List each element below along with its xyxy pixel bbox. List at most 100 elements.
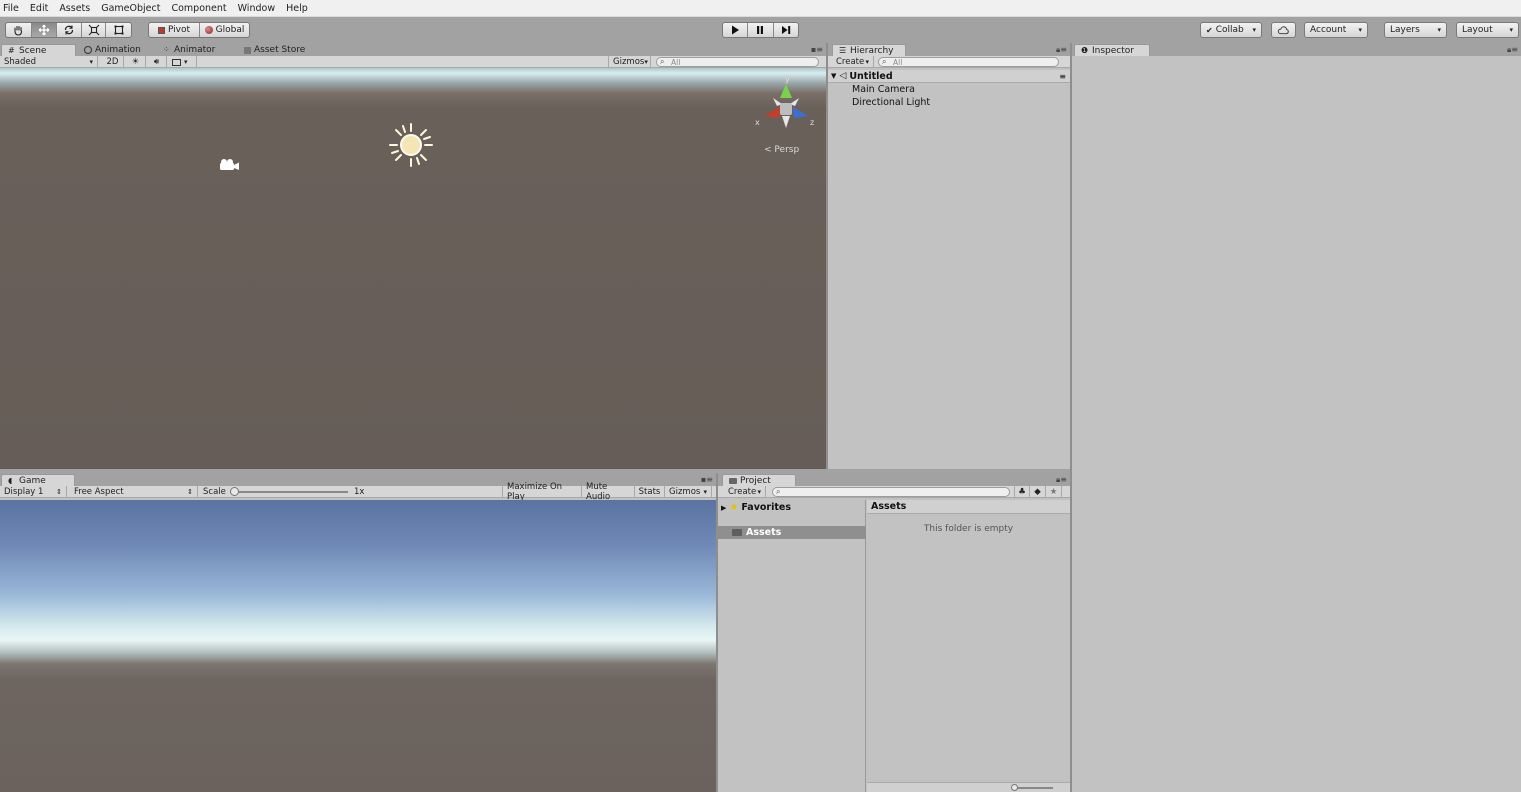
hierarchy-panel: ☰ Hierarchy 🔒︎≡ Create ▾ ⌕ All ▼ ◁ Untit…: [828, 43, 1070, 469]
scene-effects-dropdown[interactable]: ▾: [168, 56, 197, 68]
pause-button[interactable]: [748, 23, 774, 37]
lock-icon[interactable]: 🔒︎≡: [1056, 475, 1067, 485]
stats-toggle[interactable]: Stats: [635, 486, 665, 498]
directional-light-gizmo-icon[interactable]: [387, 121, 435, 169]
aspect-dropdown[interactable]: Free Aspect ⇕: [70, 486, 198, 498]
dropdown-arrow-icon: ▾: [1358, 26, 1362, 34]
hand-tool-button[interactable]: [6, 23, 32, 37]
vertical-splitter[interactable]: [716, 473, 718, 792]
tab-animator[interactable]: ⁘ Animator: [157, 44, 221, 56]
project-footer: [867, 782, 1070, 792]
toggle-2d-button[interactable]: 2D: [102, 56, 124, 68]
hierarchy-item-directional-light[interactable]: Directional Light: [852, 97, 930, 108]
folder-icon: [729, 477, 737, 484]
collab-dropdown[interactable]: ✔ Collab ▾: [1200, 22, 1262, 38]
tab-game[interactable]: ◖ Game: [1, 474, 75, 486]
assets-folder-label: Assets: [746, 527, 782, 538]
filter-by-label-button[interactable]: ◆: [1030, 486, 1046, 498]
inspector-tabstrip: ❶ Inspector 🔒︎≡: [1072, 43, 1521, 56]
scene-root-row[interactable]: ▼ ◁ Untitled ≡: [828, 70, 1070, 83]
lock-icon[interactable]: 🔒︎≡: [1507, 45, 1518, 55]
display-dropdown[interactable]: Display 1 ⇕: [0, 486, 67, 498]
hierarchy-create-dropdown[interactable]: Create ▾: [832, 56, 874, 68]
expand-arrow-icon[interactable]: ▶: [721, 504, 726, 512]
menu-assets[interactable]: Assets: [59, 3, 90, 14]
icon-size-slider-thumb[interactable]: [1011, 784, 1018, 791]
project-search-input[interactable]: ⌕: [772, 487, 1010, 497]
transform-tools: [5, 22, 132, 38]
project-create-label: Create: [728, 487, 757, 497]
tab-scene[interactable]: # Scene: [1, 44, 76, 56]
menu-edit[interactable]: Edit: [30, 3, 48, 14]
scene-menu-icon[interactable]: ≡: [1059, 72, 1066, 81]
project-control-bar: Create ▾ ⌕ ♣ ◆ ★: [718, 486, 1070, 498]
assets-folder-row[interactable]: Assets: [718, 526, 866, 539]
horizontal-splitter[interactable]: [0, 469, 1070, 473]
scene-gizmos-dropdown[interactable]: Gizmos ▾: [608, 56, 651, 68]
scene-search-input[interactable]: ⌕ All: [656, 57, 819, 67]
play-button[interactable]: [723, 23, 749, 37]
scale-slider-track[interactable]: [230, 487, 348, 496]
scale-value: 1x: [350, 486, 368, 498]
grid-icon: #: [8, 45, 15, 55]
camera-gizmo-icon[interactable]: [218, 158, 242, 174]
tab-inspector[interactable]: ❶ Inspector: [1074, 44, 1150, 56]
scene-viewport[interactable]: y x z < Persp: [0, 69, 826, 469]
hierarchy-search-input[interactable]: ⌕ All: [878, 57, 1059, 67]
panel-menu-icon[interactable]: ▪≡: [701, 475, 713, 484]
game-gizmos-dropdown[interactable]: Gizmos ▾: [665, 486, 712, 498]
menu-help[interactable]: Help: [286, 3, 308, 14]
scale-slider-thumb[interactable]: [230, 487, 239, 496]
axis-y-label: y: [785, 75, 790, 84]
filter-by-type-button[interactable]: ♣: [1014, 486, 1030, 498]
audio-icon: 🔊︎: [153, 57, 160, 67]
project-panel: Project 🔒︎≡ Create ▾ ⌕ ♣ ◆ ★ ▶ ★ Favorit…: [718, 473, 1070, 792]
vertical-splitter[interactable]: [826, 43, 828, 469]
tab-asset-store[interactable]: Asset Store: [238, 44, 311, 56]
tab-hierarchy-label: Hierarchy: [850, 45, 894, 56]
pivot-toggle[interactable]: Pivot: [149, 23, 200, 37]
icon-size-slider[interactable]: [1011, 784, 1053, 791]
tab-scene-label: Scene: [19, 45, 47, 56]
orientation-gizmo-icon[interactable]: y x z: [752, 74, 820, 142]
dropdown-arrow-icon: ⇕: [187, 488, 193, 496]
mute-audio-toggle[interactable]: Mute Audio: [582, 482, 635, 502]
cloud-button[interactable]: [1271, 22, 1296, 38]
menu-file[interactable]: File: [3, 3, 19, 14]
move-tool-button[interactable]: [31, 23, 58, 37]
game-viewport[interactable]: [0, 500, 716, 792]
tab-project[interactable]: Project: [722, 474, 796, 486]
layout-dropdown[interactable]: Layout ▾: [1456, 22, 1519, 38]
vertical-splitter[interactable]: [1070, 43, 1072, 792]
lock-icon[interactable]: 🔒︎≡: [1056, 45, 1067, 55]
menu-gameobject[interactable]: GameObject: [101, 3, 160, 14]
projection-toggle[interactable]: < Persp: [764, 145, 799, 155]
shading-mode-dropdown[interactable]: Shaded ▾: [0, 56, 98, 68]
global-toggle[interactable]: Global: [200, 23, 249, 37]
maximize-on-play-toggle[interactable]: Maximize On Play: [502, 482, 582, 502]
menu-window[interactable]: Window: [238, 3, 275, 14]
layers-dropdown[interactable]: Layers ▾: [1384, 22, 1447, 38]
favorites-row[interactable]: ▶ ★ Favorites: [721, 502, 791, 513]
tab-hierarchy[interactable]: ☰ Hierarchy: [832, 44, 906, 56]
scale-tool-button[interactable]: [82, 23, 107, 37]
scene-lighting-toggle[interactable]: ☀: [126, 56, 146, 68]
hierarchy-item-main-camera[interactable]: Main Camera: [852, 84, 915, 95]
project-create-dropdown[interactable]: Create ▾: [724, 486, 766, 498]
tab-animation[interactable]: Animation: [78, 44, 147, 56]
step-button[interactable]: [774, 23, 798, 37]
panel-menu-icon[interactable]: ▪≡: [811, 45, 823, 54]
favorites-label: Favorites: [741, 502, 792, 513]
scene-audio-toggle[interactable]: 🔊︎: [147, 56, 167, 68]
menu-component[interactable]: Component: [171, 3, 226, 14]
save-search-button[interactable]: ★: [1046, 486, 1062, 498]
scene-gizmos-label: Gizmos: [613, 57, 645, 67]
assets-header-label: Assets: [871, 501, 907, 512]
rect-tool-button[interactable]: [106, 23, 131, 37]
expand-arrow-icon[interactable]: ▼: [831, 72, 836, 80]
layers-label: Layers: [1390, 25, 1420, 35]
account-dropdown[interactable]: Account ▾: [1304, 22, 1368, 38]
perspective-label: Persp: [774, 145, 800, 155]
check-icon: ✔: [1206, 25, 1213, 35]
rotate-tool-button[interactable]: [57, 23, 82, 37]
